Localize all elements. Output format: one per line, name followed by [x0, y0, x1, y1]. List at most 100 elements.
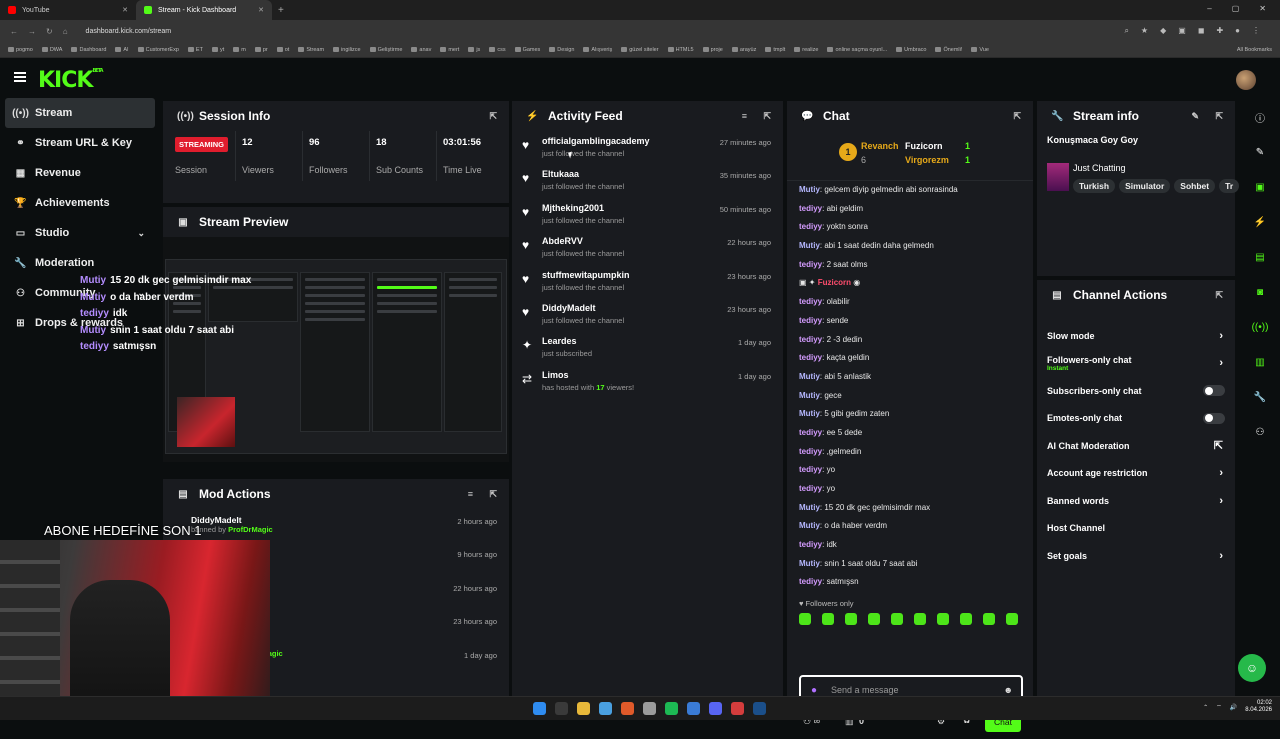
- popout-icon[interactable]: ⇱: [1013, 111, 1021, 122]
- chevron-down-icon[interactable]: ⌄: [137, 228, 145, 239]
- chat-message[interactable]: tediyy: yo: [799, 461, 1033, 480]
- kick-emote-icon[interactable]: ●: [811, 685, 817, 696]
- reload-icon[interactable]: ↻: [46, 27, 53, 36]
- channel-action-followers-only-chat[interactable]: Followers-only chat Instant ›: [1037, 350, 1235, 378]
- popout-icon[interactable]: ⇱: [1215, 111, 1223, 122]
- bookmark-item[interactable]: Umbraco: [896, 47, 926, 53]
- close-tab-icon[interactable]: ✕: [122, 6, 128, 14]
- spotify-icon[interactable]: [665, 702, 678, 715]
- kick-logo[interactable]: KICKBETA: [38, 68, 104, 93]
- activity-item[interactable]: ✦ Leardes just subscribed 1 day ago: [512, 331, 783, 364]
- emote-icon[interactable]: [983, 613, 995, 625]
- chat-message[interactable]: tediyy: olabilir: [799, 293, 1033, 312]
- chat-username[interactable]: tediyy: [799, 577, 822, 586]
- activity-item[interactable]: ♥ DiddyMadeIt just followed the channel 23 …: [512, 298, 783, 331]
- steam-icon[interactable]: [753, 702, 766, 715]
- bookmark-item[interactable]: pr: [254, 47, 268, 53]
- chevron-right-icon[interactable]: ›: [1219, 495, 1223, 507]
- popout-icon[interactable]: ⇱: [489, 489, 497, 500]
- pencil-icon[interactable]: ✎: [1240, 135, 1280, 170]
- info-icon[interactable]: ⓘ: [1240, 100, 1280, 135]
- channel-action-banned-words[interactable]: Banned words ›: [1037, 487, 1235, 515]
- minimize-icon[interactable]: –: [1207, 4, 1211, 13]
- chat-username[interactable]: Mutiy: [799, 521, 820, 530]
- bookmark-item[interactable]: Vue: [971, 47, 989, 53]
- bookmark-item[interactable]: güzel siteler: [621, 47, 659, 53]
- chat-username[interactable]: tediyy: [799, 447, 822, 456]
- bookmark-item[interactable]: Stream: [298, 47, 324, 53]
- new-tab-button[interactable]: +: [278, 5, 284, 16]
- chat-username[interactable]: Mutiy: [799, 185, 820, 194]
- filter-icon[interactable]: ≡: [742, 111, 747, 121]
- frame-icon[interactable]: ▣: [1240, 170, 1280, 205]
- chevron-right-icon[interactable]: ›: [1219, 550, 1223, 562]
- hamburger-menu-icon[interactable]: [14, 72, 26, 82]
- bookmark-item[interactable]: ET: [187, 47, 203, 53]
- browser-tab-kick[interactable]: Stream - Kick Dashboard ✕: [136, 0, 272, 20]
- leader-name[interactable]: Revanch: [861, 141, 899, 151]
- popout-icon[interactable]: ⇱: [1215, 290, 1223, 301]
- profile-icon[interactable]: ●: [1235, 26, 1240, 36]
- chevron-right-icon[interactable]: ›: [1219, 330, 1223, 342]
- app-icon[interactable]: [687, 702, 700, 715]
- popout-icon[interactable]: ⇱: [763, 111, 771, 122]
- chevron-right-icon[interactable]: ›: [1219, 357, 1223, 369]
- chevron-right-icon[interactable]: ›: [1219, 467, 1223, 479]
- channel-action-host-channel[interactable]: Host Channel: [1037, 515, 1235, 543]
- clock[interactable]: 02:02 8.04.2026: [1245, 700, 1272, 714]
- emote-icon[interactable]: [822, 613, 834, 625]
- puzzle-icon[interactable]: ✚: [1216, 26, 1223, 36]
- maximize-icon[interactable]: ▢: [1232, 4, 1240, 13]
- bookmark-item[interactable]: m: [233, 47, 246, 53]
- bookmark-item[interactable]: CustomerExp: [137, 47, 179, 53]
- chat-username[interactable]: tediyy: [799, 316, 822, 325]
- chat-message[interactable]: tediyy: 2 -3 dedin: [799, 331, 1033, 350]
- obs-icon[interactable]: [731, 702, 744, 715]
- emote-icon[interactable]: [1006, 613, 1018, 625]
- chat-message[interactable]: tediyy: yoktn sonra: [799, 218, 1033, 237]
- chat-message[interactable]: tediyy: ee 5 dede: [799, 424, 1033, 443]
- discord-icon[interactable]: [709, 702, 722, 715]
- bookmark-item[interactable]: mert: [440, 47, 459, 53]
- emoji-icon[interactable]: ☻: [1004, 685, 1013, 695]
- chat-message[interactable]: tediyy: abi geldim: [799, 200, 1033, 219]
- bookmark-item[interactable]: Geliştirme: [369, 47, 402, 53]
- chat-message[interactable]: Mutiy: 15 20 dk gec gelmisimdir max: [799, 499, 1033, 518]
- bookmark-item[interactable]: DWA: [41, 47, 62, 53]
- chat-message[interactable]: tediyy: yo: [799, 480, 1033, 499]
- activity-item[interactable]: ♥ officialgamblingacademy just followed th…: [512, 131, 783, 164]
- close-window-icon[interactable]: ✕: [1259, 4, 1266, 13]
- menu-icon[interactable]: ⋮: [1252, 26, 1260, 36]
- forward-icon[interactable]: →: [28, 27, 36, 36]
- zoom-icon[interactable]: ⌕: [1124, 26, 1128, 36]
- extension-icon[interactable]: ◼: [1198, 26, 1205, 36]
- chat-username[interactable]: Mutiy: [799, 559, 820, 568]
- chat-message[interactable]: tediyy: 2 saat olms: [799, 256, 1033, 275]
- network-icon[interactable]: ⌔: [1216, 703, 1222, 711]
- channel-action-set-goals[interactable]: Set goals ›: [1037, 542, 1235, 570]
- edit-pencil-icon[interactable]: ✎: [1191, 111, 1199, 122]
- chat-message[interactable]: Mutiy: gelcem diyip gelmedin abi sonrasi…: [799, 181, 1033, 200]
- chat-username[interactable]: tediyy: [799, 484, 822, 493]
- bookmark-item[interactable]: Önemli!: [935, 47, 962, 53]
- bookmark-item[interactable]: tmplt: [765, 47, 785, 53]
- stream-tag[interactable]: Turkish: [1073, 179, 1116, 193]
- chat-message[interactable]: tediyy: idk: [799, 536, 1033, 555]
- chat-username[interactable]: tediyy: [799, 204, 822, 213]
- stream-tag[interactable]: Tr: [1219, 179, 1240, 193]
- chat-username[interactable]: tediyy: [799, 335, 822, 344]
- chat-message[interactable]: Mutiy: abi 1 saat dedin daha gelmedn: [799, 237, 1033, 256]
- toggle-switch[interactable]: [1203, 385, 1225, 397]
- filter-icon[interactable]: ≡: [468, 489, 473, 499]
- stream-tag[interactable]: Simulator: [1119, 179, 1171, 193]
- extension-icon[interactable]: ◆: [1160, 26, 1166, 36]
- chat-username[interactable]: Mutiy: [799, 503, 820, 512]
- chat-message-list[interactable]: Mutiy: gelcem diyip gelmedin abi sonrasi…: [787, 181, 1033, 592]
- chat-username[interactable]: Mutiy: [799, 409, 820, 418]
- chat-message[interactable]: tediyy: kaçta geldin: [799, 349, 1033, 368]
- tray-chevron-icon[interactable]: ⌃: [1203, 704, 1208, 711]
- sidebar-item-revenue[interactable]: ▦ Revenue: [5, 158, 155, 188]
- clipboard-icon[interactable]: ▤: [1240, 240, 1280, 275]
- file-explorer-icon[interactable]: [577, 702, 590, 715]
- channel-action-subscribers-only-chat[interactable]: Subscribers-only chat: [1037, 377, 1235, 405]
